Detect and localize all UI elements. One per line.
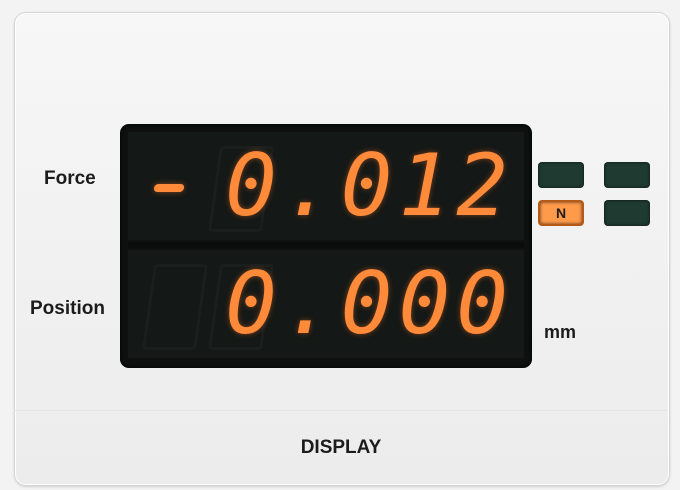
force-label: Force (44, 168, 96, 189)
unit-indicator-1 (538, 162, 584, 188)
display-divider (128, 242, 524, 248)
position-unit-label: mm (544, 322, 577, 342)
newton-unit-indicator: N (538, 200, 584, 226)
position-readout-row: 0.000 (128, 250, 524, 358)
position-label: Position (30, 298, 105, 319)
force-readout-row: 0.012 (128, 132, 524, 240)
unlit-digit (141, 264, 209, 350)
minus-sign (153, 184, 185, 192)
unit-indicator-4 (604, 200, 650, 226)
led-display: 0.012 0.000 (120, 124, 532, 368)
force-readout: 0.012 (225, 136, 514, 236)
unit-indicator-2 (604, 162, 650, 188)
position-readout: 0.000 (225, 254, 514, 354)
display-button[interactable]: DISPLAY (14, 410, 668, 484)
